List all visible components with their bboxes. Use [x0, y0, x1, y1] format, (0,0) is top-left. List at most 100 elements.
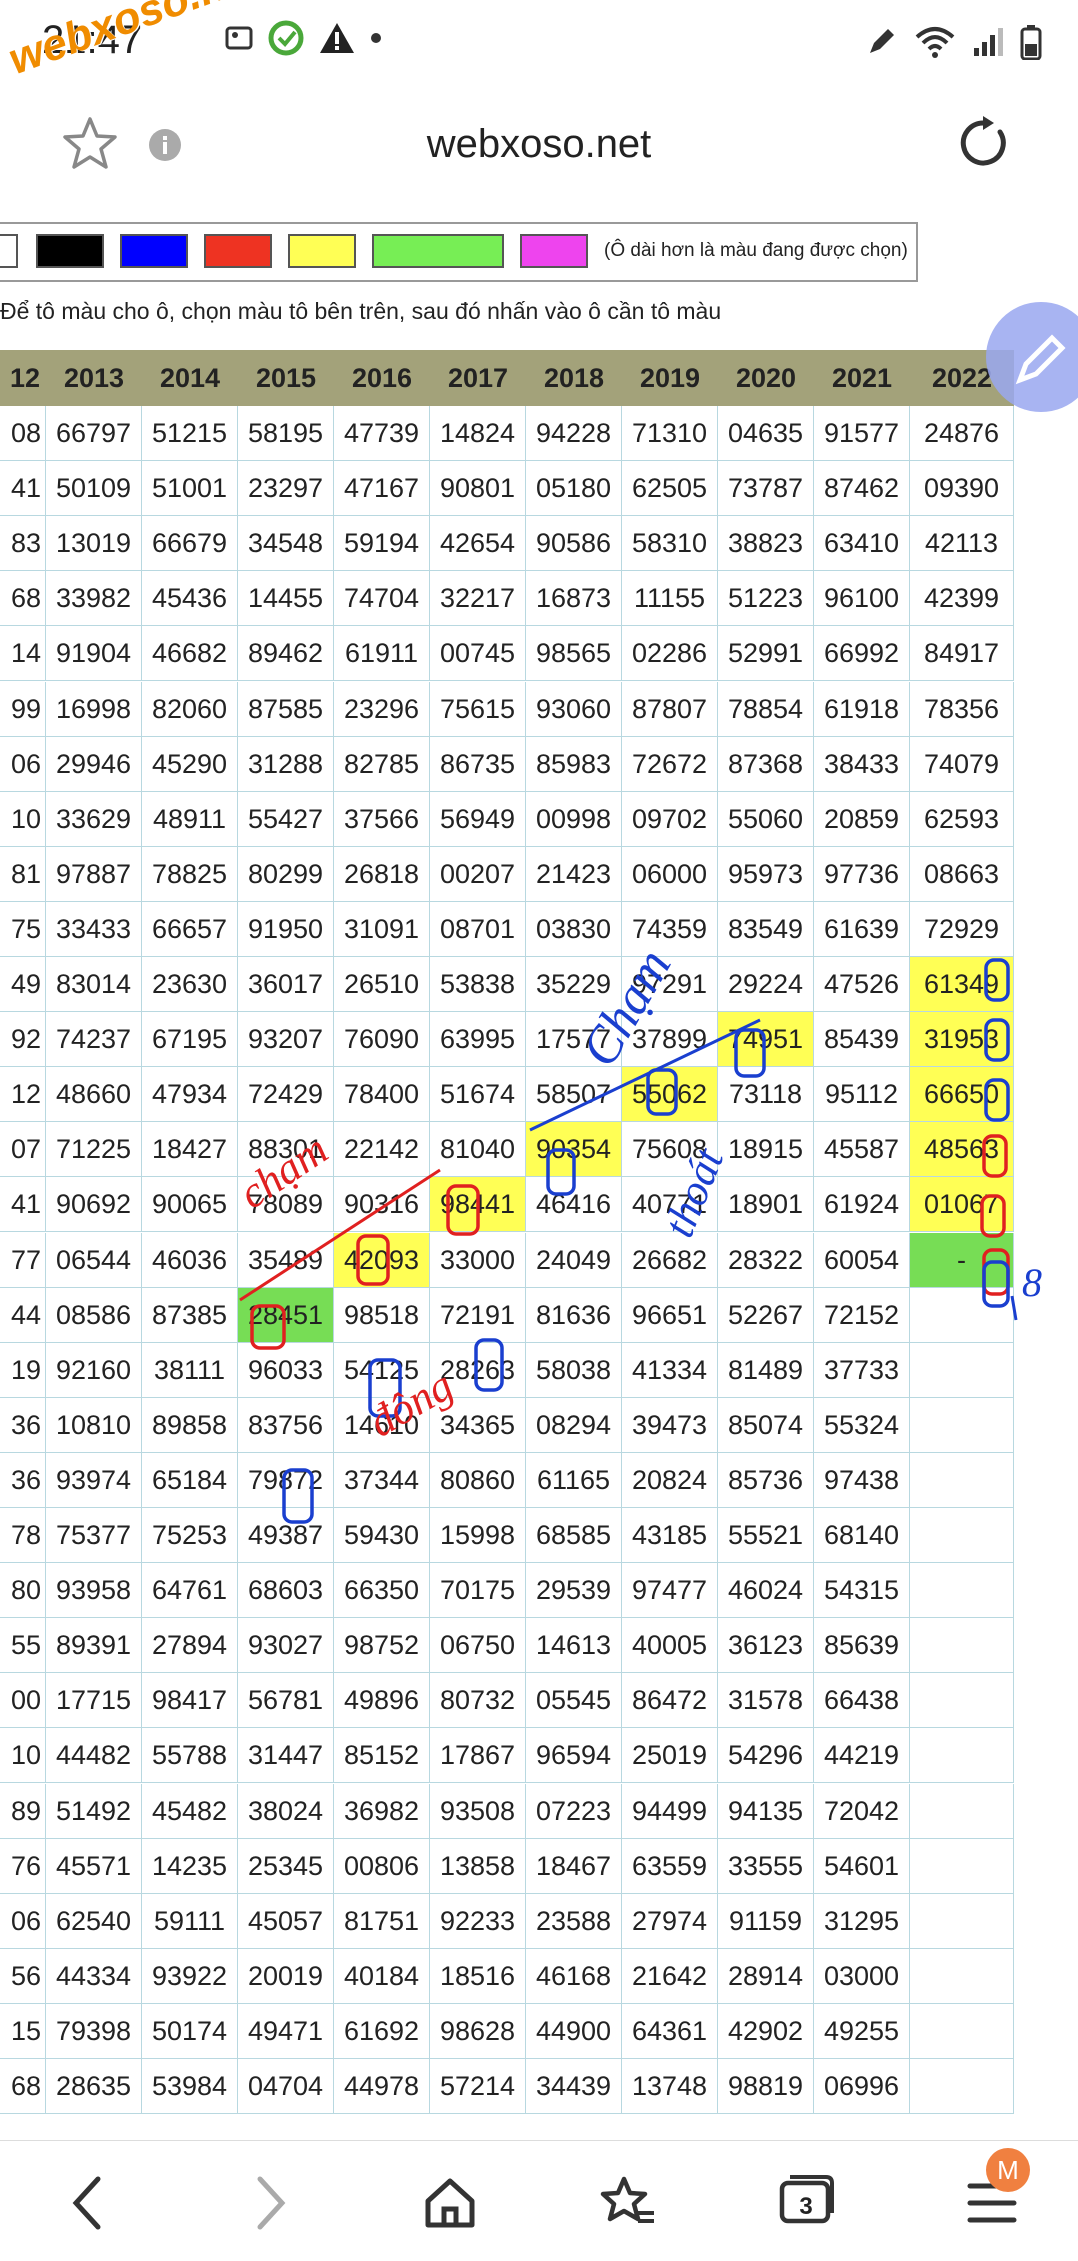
table-cell[interactable]: 45057	[238, 1893, 334, 1948]
table-cell[interactable]: 44900	[526, 2003, 622, 2058]
table-cell[interactable]: 01067	[910, 1177, 1014, 1232]
table-cell[interactable]: 93958	[46, 1563, 142, 1618]
table-cell[interactable]: 72429	[238, 1067, 334, 1122]
table-cell[interactable]: 14235	[142, 1838, 238, 1893]
table-cell[interactable]: 98819	[718, 2059, 814, 2113]
table-cell[interactable]: 36123	[718, 1618, 814, 1673]
table-cell[interactable]: 42654	[430, 516, 526, 571]
table-cell[interactable]: 62593	[910, 791, 1014, 846]
table-cell[interactable]: 27894	[142, 1618, 238, 1673]
table-cell[interactable]: 86472	[622, 1673, 718, 1728]
table-cell[interactable]: 26682	[622, 1232, 718, 1287]
table-cell[interactable]: 64761	[142, 1563, 238, 1618]
table-cell[interactable]: 04635	[718, 406, 814, 460]
table-cell[interactable]: 81636	[526, 1287, 622, 1342]
table-cell[interactable]: 31295	[814, 1893, 910, 1948]
table-cell[interactable]: 99	[0, 681, 46, 736]
table-cell[interactable]: 78356	[910, 681, 1014, 736]
table-cell[interactable]	[910, 1618, 1014, 1673]
table-cell[interactable]: 49896	[334, 1673, 430, 1728]
table-cell[interactable]: 84917	[910, 626, 1014, 681]
table-cell[interactable]: 36	[0, 1397, 46, 1452]
table-cell[interactable]: 60054	[814, 1232, 910, 1287]
table-cell[interactable]: 39473	[622, 1397, 718, 1452]
table-cell[interactable]: 05545	[526, 1673, 622, 1728]
table-cell[interactable]: 76	[0, 1838, 46, 1893]
table-cell[interactable]: 64361	[622, 2003, 718, 2058]
table-cell[interactable]: 51223	[718, 571, 814, 626]
table-cell[interactable]: 58310	[622, 516, 718, 571]
table-cell[interactable]: 46416	[526, 1177, 622, 1232]
table-cell[interactable]: 83	[0, 516, 46, 571]
table-cell[interactable]: 71225	[46, 1122, 142, 1177]
table-cell[interactable]: 98752	[334, 1618, 430, 1673]
table-cell[interactable]: 91577	[814, 406, 910, 460]
table-cell[interactable]: 03000	[814, 1948, 910, 2003]
table-cell[interactable]: 54601	[814, 1838, 910, 1893]
table-cell[interactable]: 66650	[910, 1067, 1014, 1122]
table-cell[interactable]: 56	[0, 1948, 46, 2003]
table-cell[interactable]: 98417	[142, 1673, 238, 1728]
table-cell[interactable]: 21642	[622, 1948, 718, 2003]
table-cell[interactable]: 11155	[622, 571, 718, 626]
table-cell[interactable]: 95973	[718, 846, 814, 901]
table-cell[interactable]: 14824	[430, 406, 526, 460]
table-cell[interactable]: 49255	[814, 2003, 910, 2058]
table-cell[interactable]: 92	[0, 1012, 46, 1067]
table-cell[interactable]: 81040	[430, 1122, 526, 1177]
table-cell[interactable]: 87807	[622, 681, 718, 736]
table-cell[interactable]: 29946	[46, 736, 142, 791]
table-cell[interactable]: 77	[0, 1232, 46, 1287]
table-cell[interactable]: 48660	[46, 1067, 142, 1122]
table-cell[interactable]: 55	[0, 1618, 46, 1673]
table-cell[interactable]: 73787	[718, 461, 814, 516]
table-cell[interactable]: 82785	[334, 736, 430, 791]
table-cell[interactable]: 47739	[334, 406, 430, 460]
table-cell[interactable]: 18427	[142, 1122, 238, 1177]
table-cell[interactable]	[910, 1563, 1014, 1618]
table-cell[interactable]: 26510	[334, 957, 430, 1011]
table-cell[interactable]: 33982	[46, 571, 142, 626]
table-cell[interactable]: 09390	[910, 461, 1014, 516]
table-cell[interactable]: 10	[0, 791, 46, 846]
table-cell[interactable]: 97477	[622, 1563, 718, 1618]
table-cell[interactable]: 80732	[430, 1673, 526, 1728]
table-cell[interactable]: 80299	[238, 846, 334, 901]
table-cell[interactable]: 92160	[46, 1342, 142, 1397]
table-cell[interactable]: 06750	[430, 1618, 526, 1673]
table-cell[interactable]: 78	[0, 1508, 46, 1562]
swatch-yellow[interactable]	[288, 234, 356, 268]
table-cell[interactable]: 24049	[526, 1232, 622, 1287]
table-cell[interactable]	[910, 1783, 1014, 1838]
table-cell[interactable]: 40005	[622, 1618, 718, 1673]
table-cell[interactable]: 74237	[46, 1012, 142, 1067]
table-cell[interactable]: 85736	[718, 1452, 814, 1507]
table-cell[interactable]: 78400	[334, 1067, 430, 1122]
table-cell[interactable]: 83549	[718, 901, 814, 956]
table-cell[interactable]: 17577	[526, 1012, 622, 1067]
table-cell[interactable]: 37566	[334, 791, 430, 846]
table-cell[interactable]: 37899	[622, 1012, 718, 1067]
table-cell[interactable]: 18467	[526, 1838, 622, 1893]
table-cell[interactable]: 31953	[910, 1012, 1014, 1067]
table-cell[interactable]: 25019	[622, 1728, 718, 1783]
table-cell[interactable]: 63995	[430, 1012, 526, 1067]
forward-button[interactable]	[238, 2171, 302, 2235]
bookmarks-button[interactable]	[596, 2171, 660, 2235]
table-cell[interactable]: 34365	[430, 1397, 526, 1452]
table-cell[interactable]: 66350	[334, 1563, 430, 1618]
table-cell[interactable]: 45436	[142, 571, 238, 626]
table-cell[interactable]: 46024	[718, 1563, 814, 1618]
table-cell[interactable]: 45290	[142, 736, 238, 791]
table-cell[interactable]: 98628	[430, 2003, 526, 2058]
table-cell[interactable]: 37733	[814, 1342, 910, 1397]
table-cell[interactable]	[910, 1342, 1014, 1397]
table-cell[interactable]: 96651	[622, 1287, 718, 1342]
table-cell[interactable]: 00806	[334, 1838, 430, 1893]
table-cell[interactable]: 52991	[718, 626, 814, 681]
table-cell[interactable]: 72042	[814, 1783, 910, 1838]
table-cell[interactable]: 23296	[334, 681, 430, 736]
table-cell[interactable]: 20824	[622, 1452, 718, 1507]
table-cell[interactable]: 17715	[46, 1673, 142, 1728]
table-cell[interactable]: 15	[0, 2003, 46, 2058]
